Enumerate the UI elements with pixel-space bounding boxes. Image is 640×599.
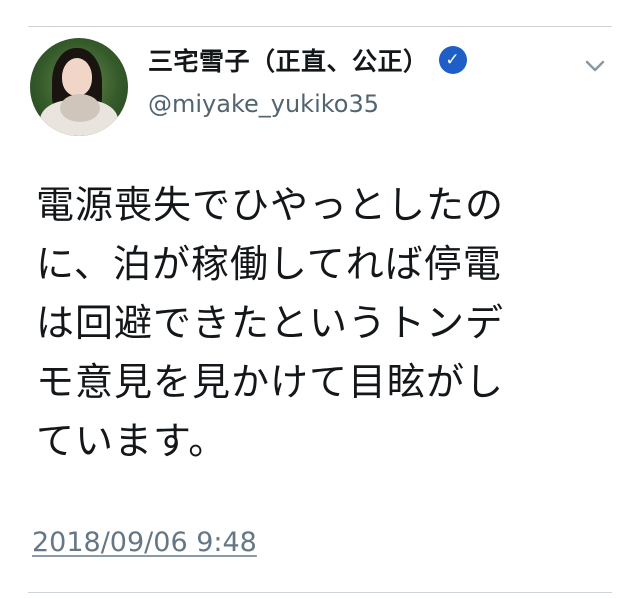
- top-divider: [28, 26, 612, 27]
- verified-badge-icon: ✓: [438, 46, 467, 74]
- tweet-header: 三宅雪子（正直、公正） ✓ @miyake_yukiko35: [30, 38, 620, 138]
- bottom-divider: [28, 592, 612, 593]
- author-name-row: 三宅雪子（正直、公正） ✓: [148, 42, 467, 78]
- chevron-down-icon[interactable]: [580, 54, 610, 78]
- tweet-text: 電源喪失でひやっとしたの に、泊が稼働してれば停電 は回避できたというトンデ モ…: [36, 183, 505, 463]
- author-handle[interactable]: @miyake_yukiko35: [148, 90, 379, 118]
- avatar[interactable]: [30, 38, 128, 136]
- tweet-timestamp[interactable]: 2018/09/06 9:48: [32, 527, 257, 558]
- author-display-name[interactable]: 三宅雪子（正直、公正）: [148, 42, 429, 78]
